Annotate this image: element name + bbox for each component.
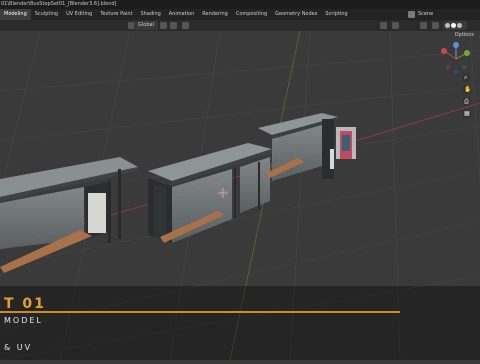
orientation-dropdown[interactable]: Global [134,21,158,30]
tab-texture-paint[interactable]: Texture Paint [96,9,136,20]
tab-shading[interactable]: Shading [136,9,164,20]
camera-icon[interactable]: ⎙ [462,97,471,106]
shading-mode-group [443,21,467,30]
pan-hand-icon[interactable]: ✋ [462,85,471,94]
material-shading-icon[interactable] [457,23,462,28]
set-title-text: T 01 [4,296,46,312]
window-title-bar: 01\Blender\BusStopSet01_[Blender3.6].ble… [0,0,480,9]
viewport-header: Global [0,20,480,31]
pivot-icon[interactable] [160,22,167,29]
overlays-icon[interactable] [420,22,427,29]
tab-compositing[interactable]: Compositing [232,9,271,20]
tab-geometry-nodes[interactable]: Geometry Nodes [271,9,321,20]
options-dropdown[interactable]: Options [455,32,474,38]
scene-selector[interactable]: Scene [402,9,480,20]
scene-label: Scene [418,11,434,17]
visibility-icon[interactable] [380,22,387,29]
zoom-icon[interactable]: ⌕ [462,73,471,82]
solid-shading-icon[interactable] [451,23,456,28]
scene-icon [408,11,415,18]
tab-sculpting[interactable]: Sculpting [31,9,62,20]
window-title: 01\Blender\BusStopSet01_[Blender3.6].ble… [1,1,117,7]
tab-scripting[interactable]: Scripting [321,9,351,20]
grid-view-icon[interactable]: ▦ [462,109,471,118]
gizmo-z-handle[interactable] [453,42,459,48]
proportional-edit-icon[interactable] [182,22,189,29]
gizmo-x-handle[interactable] [441,48,447,54]
wireframe-shading-icon[interactable] [445,23,450,28]
tab-animation[interactable]: Animation [165,9,199,20]
gizmo-y-handle[interactable] [464,50,470,56]
tab-rendering[interactable]: Rendering [198,9,232,20]
snap-icon[interactable] [170,22,177,29]
model-caption: MODEL [4,316,43,325]
gizmo-toggle-icon[interactable] [392,22,399,29]
uv-caption: & UV [4,343,33,352]
tab-modeling[interactable]: Modeling [0,9,31,20]
xray-icon[interactable] [432,22,439,29]
overlay-band [0,286,480,360]
tab-uv-editing[interactable]: UV Editing [62,9,96,20]
accent-underline [0,311,400,313]
